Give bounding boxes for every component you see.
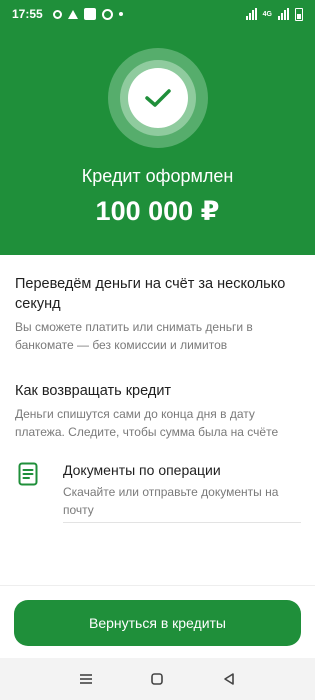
repay-text: Деньги спишутся сами до конца дня в дату… <box>15 407 279 439</box>
sync-icon <box>101 8 113 20</box>
success-hero: Кредит оформлен 100 000 ₽ <box>0 28 315 255</box>
nav-menu-button[interactable] <box>76 669 96 689</box>
app-notification-icon <box>83 8 96 20</box>
hero-title: Кредит оформлен <box>81 166 234 186</box>
status-bar: 17:55 4G <box>0 0 315 28</box>
status-time: 17:55 <box>12 7 43 21</box>
document-icon <box>18 462 38 486</box>
status-left: 17:55 <box>12 7 123 21</box>
nav-back-button[interactable] <box>219 669 239 689</box>
success-badge-center <box>128 68 188 128</box>
alert-icon <box>67 9 78 19</box>
documents-title: Документы по операции <box>63 462 221 478</box>
settings-icon <box>52 9 62 19</box>
transfer-text: Вы сможете платить или снимать деньги в … <box>15 320 253 352</box>
menu-icon <box>79 674 92 684</box>
return-to-credits-button[interactable]: Вернуться в кредиты <box>14 600 301 646</box>
nav-home-button[interactable] <box>147 669 167 689</box>
more-notifications-dot <box>118 12 123 16</box>
home-square-icon <box>151 673 164 685</box>
network-label: 4G <box>262 10 272 18</box>
system-nav-bar <box>0 658 315 700</box>
documents-divider <box>63 522 301 523</box>
documents-subtitle: Скачайте или отправьте документы на почт… <box>63 485 279 517</box>
battery-icon <box>295 7 303 21</box>
back-triangle-icon <box>224 673 234 685</box>
success-badge <box>108 48 208 148</box>
signal-icon <box>245 8 257 20</box>
status-right: 4G <box>245 7 303 21</box>
checkmark-icon <box>145 89 171 107</box>
transfer-title: Переведём деньги на счёт за несколько се… <box>15 276 286 312</box>
footer-divider <box>0 585 315 586</box>
repay-title: Как возвращать кредит <box>15 383 172 399</box>
signal-icon-2 <box>278 8 289 20</box>
success-badge-ring <box>120 60 196 136</box>
credit-amount: 100 000 ₽ <box>95 196 220 226</box>
